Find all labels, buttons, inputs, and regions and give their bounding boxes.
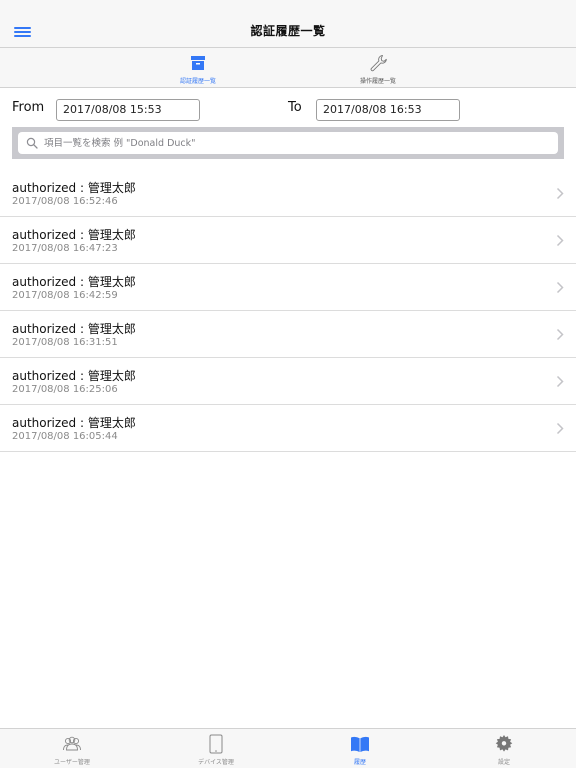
chevron-right-icon xyxy=(556,234,564,247)
page-title: 認証履歴一覧 xyxy=(250,24,326,38)
tab-settings-label: 設定 xyxy=(497,759,510,766)
list-item[interactable]: authorized : 管理太郎 2017/08/08 16:42:59 xyxy=(0,264,576,311)
to-date-field[interactable]: 2017/08/08 16:53 xyxy=(316,99,460,121)
auth-history-list: authorized : 管理太郎 2017/08/08 16:52:46 au… xyxy=(0,170,576,452)
bottom-tab-bar: ユーザー管理 デバイス管理 履歴 設定 xyxy=(0,728,576,768)
chevron-right-icon xyxy=(556,187,564,200)
tab-operation-history-label: 操作履歴一覧 xyxy=(359,78,396,85)
chevron-right-icon xyxy=(556,328,564,341)
list-item[interactable]: authorized : 管理太郎 2017/08/08 16:25:06 xyxy=(0,358,576,405)
history-type-switcher: 認証履歴一覧 操作履歴一覧 xyxy=(0,48,576,88)
search-input[interactable] xyxy=(44,132,544,154)
tab-history-label: 履歴 xyxy=(353,759,366,766)
chevron-right-icon xyxy=(556,281,564,294)
tab-device-management-label: デバイス管理 xyxy=(198,759,234,766)
tab-device-management[interactable]: デバイス管理 xyxy=(144,729,288,768)
search-bar xyxy=(12,127,564,159)
list-item-title: authorized : 管理太郎 xyxy=(12,181,136,195)
book-icon xyxy=(351,736,369,752)
tab-history[interactable]: 履歴 xyxy=(288,729,432,768)
tab-settings[interactable]: 設定 xyxy=(432,729,576,768)
tab-operation-history[interactable]: 操作履歴一覧 xyxy=(278,48,478,88)
from-date-field[interactable]: 2017/08/08 15:53 xyxy=(56,99,200,121)
list-item-timestamp: 2017/08/08 16:47:23 xyxy=(12,243,118,254)
list-item-timestamp: 2017/08/08 16:52:46 xyxy=(12,196,118,207)
list-item-title: authorized : 管理太郎 xyxy=(12,416,136,430)
chevron-right-icon xyxy=(556,375,564,388)
tab-user-management[interactable]: ユーザー管理 xyxy=(0,729,144,768)
search-icon xyxy=(26,137,38,149)
list-item[interactable]: authorized : 管理太郎 2017/08/08 16:52:46 xyxy=(0,170,576,217)
gear-icon xyxy=(495,735,513,752)
chevron-right-icon xyxy=(556,422,564,435)
tab-auth-history[interactable]: 認証履歴一覧 xyxy=(98,48,298,88)
wrench-icon xyxy=(370,55,387,72)
list-item[interactable]: authorized : 管理太郎 2017/08/08 16:47:23 xyxy=(0,217,576,264)
navigation-bar: 認証履歴一覧 xyxy=(0,0,576,48)
list-item-title: authorized : 管理太郎 xyxy=(12,228,136,242)
list-item-timestamp: 2017/08/08 16:31:51 xyxy=(12,337,118,348)
search-field[interactable] xyxy=(18,132,558,154)
list-item-title: authorized : 管理太郎 xyxy=(12,275,136,289)
tab-user-management-label: ユーザー管理 xyxy=(54,759,90,766)
list-item-timestamp: 2017/08/08 16:25:06 xyxy=(12,384,118,395)
list-item-title: authorized : 管理太郎 xyxy=(12,369,136,383)
list-item-timestamp: 2017/08/08 16:42:59 xyxy=(12,290,118,301)
list-item[interactable]: authorized : 管理太郎 2017/08/08 16:05:44 xyxy=(0,405,576,452)
users-icon xyxy=(63,736,81,751)
to-label: To xyxy=(288,100,302,115)
list-item-timestamp: 2017/08/08 16:05:44 xyxy=(12,431,118,442)
tablet-icon xyxy=(209,734,223,754)
from-label: From xyxy=(12,100,45,115)
list-item-title: authorized : 管理太郎 xyxy=(12,322,136,336)
tab-auth-history-label: 認証履歴一覧 xyxy=(179,78,216,85)
list-item[interactable]: authorized : 管理太郎 2017/08/08 16:31:51 xyxy=(0,311,576,358)
date-range-filter: From 2017/08/08 15:53 To 2017/08/08 16:5… xyxy=(0,88,576,128)
archive-box-icon xyxy=(191,56,205,70)
